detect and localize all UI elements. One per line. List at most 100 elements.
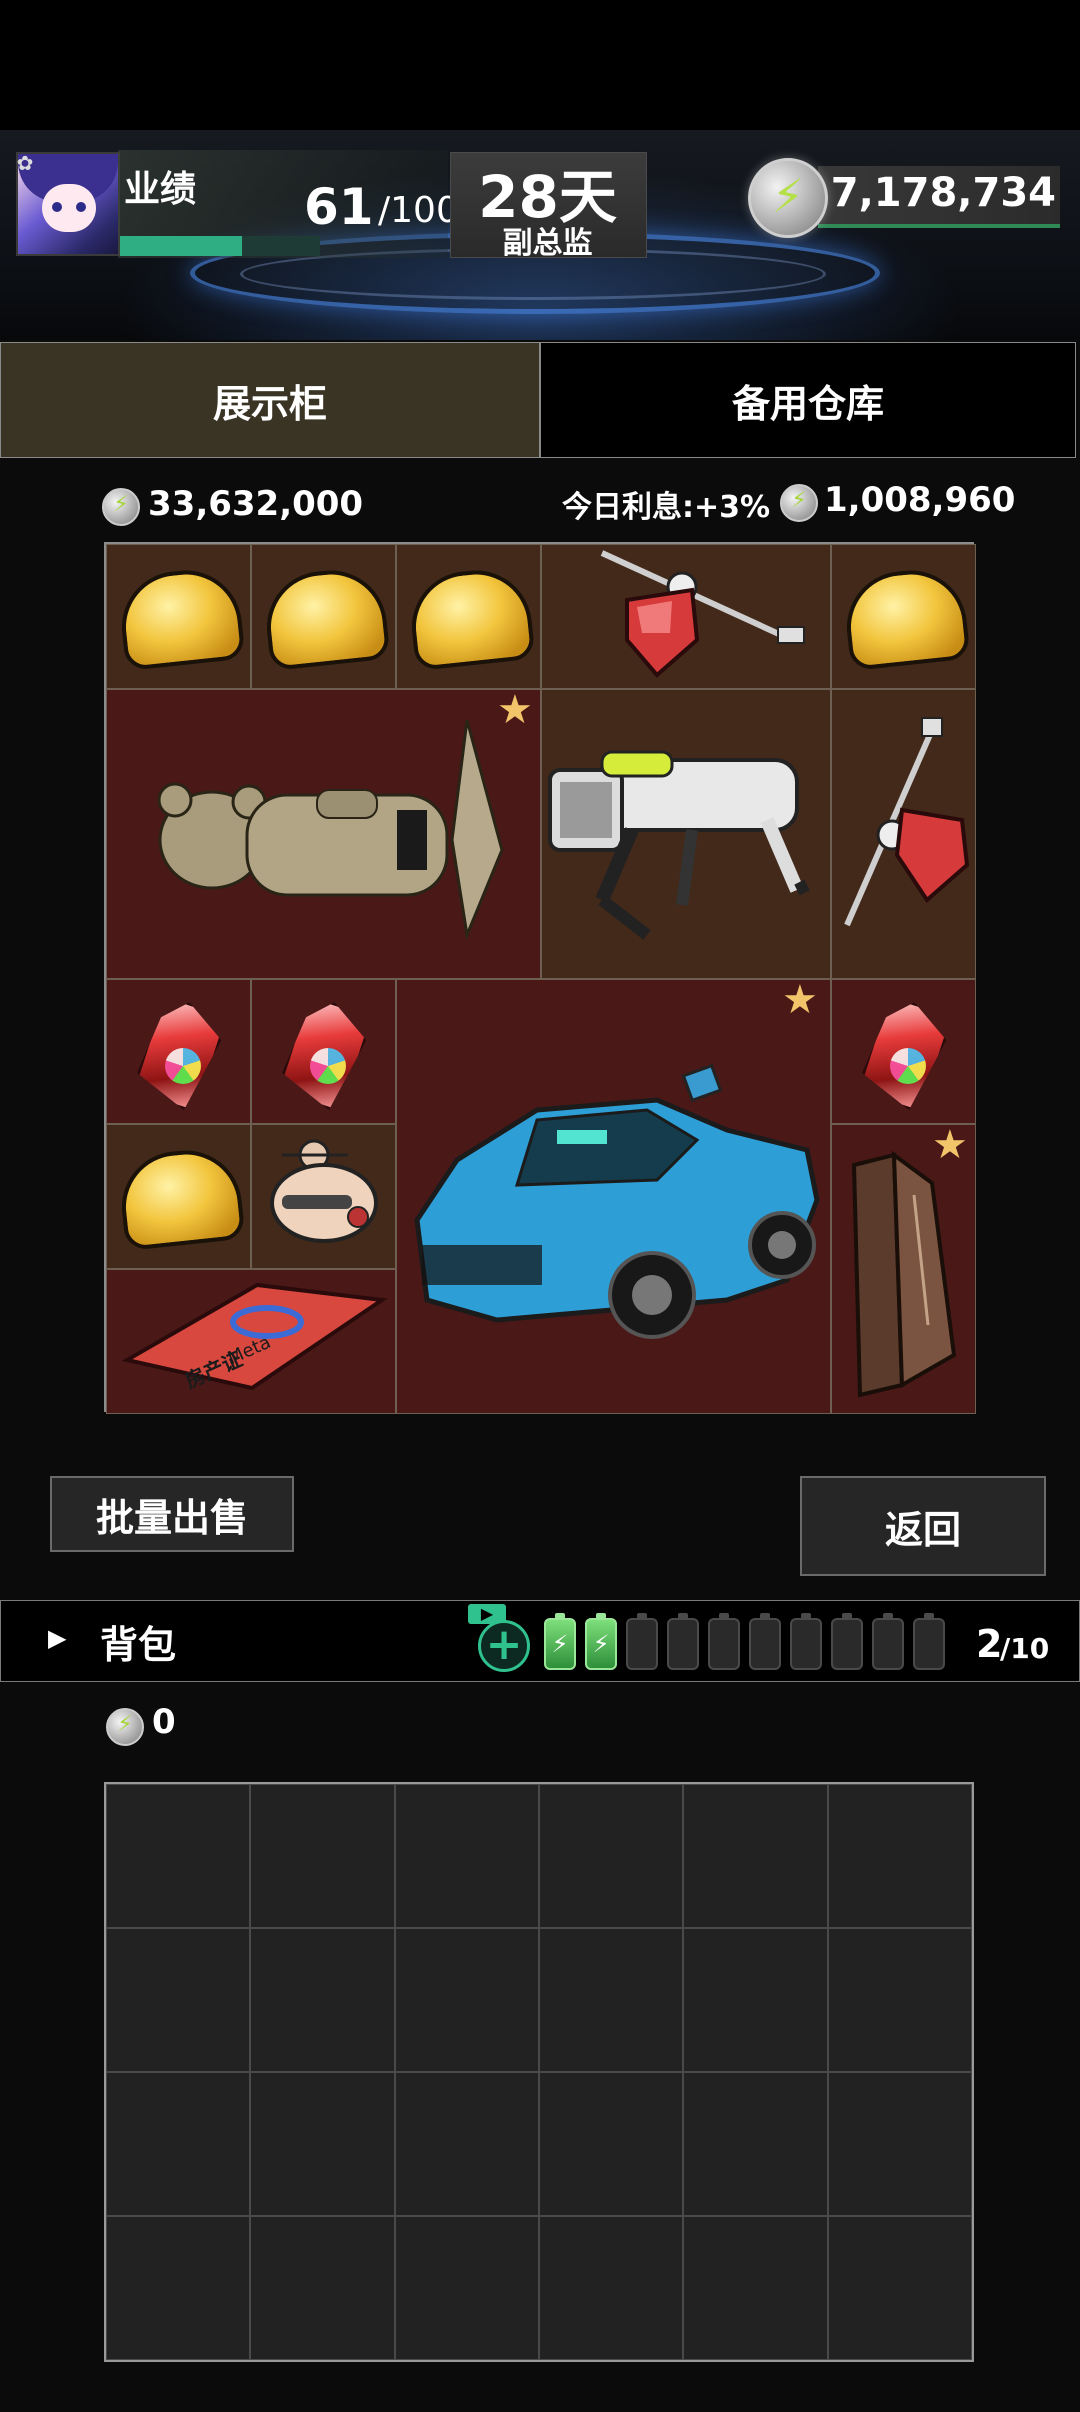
star-icon: ★: [497, 687, 533, 733]
grid-item-gold-ingot[interactable]: [831, 544, 976, 689]
star-icon: ★: [782, 977, 818, 1023]
grid-item-gold-ingot[interactable]: [396, 544, 541, 689]
gear-icon[interactable]: ✿: [14, 152, 36, 174]
grid-item-robot-head[interactable]: [251, 1124, 396, 1269]
avatar-eye: [76, 202, 86, 212]
grid-item-red-lantern-tool[interactable]: [831, 689, 976, 979]
gold-ingot-icon: [261, 564, 391, 672]
backpack-slot[interactable]: [683, 1784, 828, 1928]
backpack-slot[interactable]: [394, 1928, 539, 2072]
battery-empty-icon: [667, 1613, 699, 1670]
backpack-grid: [104, 1782, 974, 2362]
grid-item-property-certificate[interactable]: Meta 房产证: [106, 1269, 396, 1414]
backpack-slot[interactable]: [106, 1928, 251, 2072]
interest-label: 今日利息:+3% =: [562, 490, 806, 525]
backpack-slot[interactable]: [394, 2216, 539, 2360]
backpack-slot[interactable]: [827, 2216, 972, 2360]
rank-title: 副总监: [502, 226, 593, 261]
backpack-slot[interactable]: [250, 1928, 395, 2072]
backpack-slot[interactable]: [827, 1784, 972, 1928]
backpack-slot[interactable]: [683, 1928, 828, 2072]
battery-cap: [924, 1613, 934, 1619]
gold-ingot-icon: [841, 564, 971, 672]
status-bar: [0, 0, 1080, 130]
grid-item-ruby-crystal[interactable]: [106, 979, 251, 1124]
backpack-slot[interactable]: [539, 2072, 684, 2216]
backpack-slot[interactable]: [106, 2072, 251, 2216]
performance-value: 61: [304, 178, 374, 236]
backpack-slot[interactable]: [827, 1928, 972, 2072]
grid-item-gold-ingot[interactable]: [106, 1124, 251, 1269]
grid-item-stone-statue[interactable]: ★: [106, 689, 541, 979]
grid-item-red-lantern-tool[interactable]: [541, 544, 831, 689]
backpack-slot[interactable]: [394, 2072, 539, 2216]
grid-item-gold-ingot[interactable]: [251, 544, 396, 689]
add-slot-button[interactable]: +: [478, 1620, 530, 1672]
showcase-grid: ★ ★ ★ Meta 房产证: [104, 542, 976, 1414]
coin-icon: ⚡: [748, 158, 828, 238]
gem-shine: [165, 1048, 201, 1084]
robot-head-icon: [270, 1139, 378, 1243]
battery-full-icon: ⚡: [585, 1613, 617, 1670]
backpack-slot[interactable]: [539, 1784, 684, 1928]
gold-ingot-icon: [406, 564, 536, 672]
wooden-planks-icon: [851, 1150, 957, 1398]
gold-ingot-icon: [116, 1144, 246, 1252]
grid-item-robot-dog[interactable]: [541, 689, 831, 979]
star-icon: ★: [932, 1122, 968, 1168]
battery-empty-icon: [790, 1613, 822, 1670]
battery-full-icon: ⚡: [544, 1613, 576, 1670]
battery-empty-icon: [626, 1613, 658, 1670]
avatar-face: [42, 184, 96, 232]
grid-item-gold-ingot[interactable]: [106, 544, 251, 689]
battery-cap: [555, 1613, 565, 1619]
battery-empty-icon: [831, 1613, 863, 1670]
battery-empty-icon: [913, 1613, 945, 1670]
battery-cap: [678, 1613, 688, 1619]
coin-icon: ⚡: [780, 484, 818, 522]
stone-statue-icon: [157, 719, 504, 941]
back-button[interactable]: 返回: [800, 1476, 1046, 1576]
battery-cap: [883, 1613, 893, 1619]
gold-ingot-icon: [116, 564, 246, 672]
gem-shine: [890, 1048, 926, 1084]
backpack-slot[interactable]: [250, 1784, 395, 1928]
coin-icon: ⚡: [102, 488, 140, 526]
gem-shine: [310, 1048, 346, 1084]
performance-label: 业绩: [124, 169, 197, 210]
backpack-slot[interactable]: [539, 2216, 684, 2360]
coin-icon: ⚡: [106, 1708, 144, 1746]
backpack-slot[interactable]: [394, 1784, 539, 1928]
battery-empty-icon: [708, 1613, 740, 1670]
backpack-slot[interactable]: [250, 2216, 395, 2360]
grid-item-wooden-planks[interactable]: ★: [831, 1124, 976, 1414]
backpack-slot[interactable]: [683, 2072, 828, 2216]
battery-empty-icon: [872, 1613, 904, 1670]
backpack-slot[interactable]: [106, 2216, 251, 2360]
grid-item-sports-car[interactable]: ★: [396, 979, 831, 1414]
backpack-slot[interactable]: [106, 1784, 251, 1928]
backpack-slot[interactable]: [539, 1928, 684, 2072]
red-lantern-tool-icon: [600, 550, 805, 678]
tab-storage[interactable]: 备用仓库: [540, 342, 1076, 458]
battery-empty-icon: [749, 1613, 781, 1670]
tab-showcase[interactable]: 展示柜: [0, 342, 540, 458]
sports-car-icon: [414, 1063, 820, 1339]
backpack-slot[interactable]: [827, 2072, 972, 2216]
money-amount: 7,178,734: [830, 170, 1056, 216]
battery-cap: [719, 1613, 729, 1619]
bolt-icon: ⚡: [551, 1630, 569, 1658]
batch-sell-button[interactable]: 批量出售: [50, 1476, 294, 1552]
bolt-icon: ⚡: [592, 1630, 610, 1658]
backpack-slot[interactable]: [683, 2216, 828, 2360]
backpack-value: 0: [152, 1702, 176, 1742]
backpack-capacity: 2: [976, 1622, 1003, 1666]
backpack-slot[interactable]: [250, 2072, 395, 2216]
grid-item-ruby-crystal[interactable]: [831, 979, 976, 1124]
backpack-capacity-max: /10: [1000, 1632, 1050, 1665]
battery-cap: [760, 1613, 770, 1619]
expand-arrow-icon[interactable]: ▶: [48, 1624, 66, 1652]
grid-item-ruby-crystal[interactable]: [251, 979, 396, 1124]
performance-bar-fill: [120, 236, 242, 256]
robot-dog-icon: [548, 750, 810, 940]
